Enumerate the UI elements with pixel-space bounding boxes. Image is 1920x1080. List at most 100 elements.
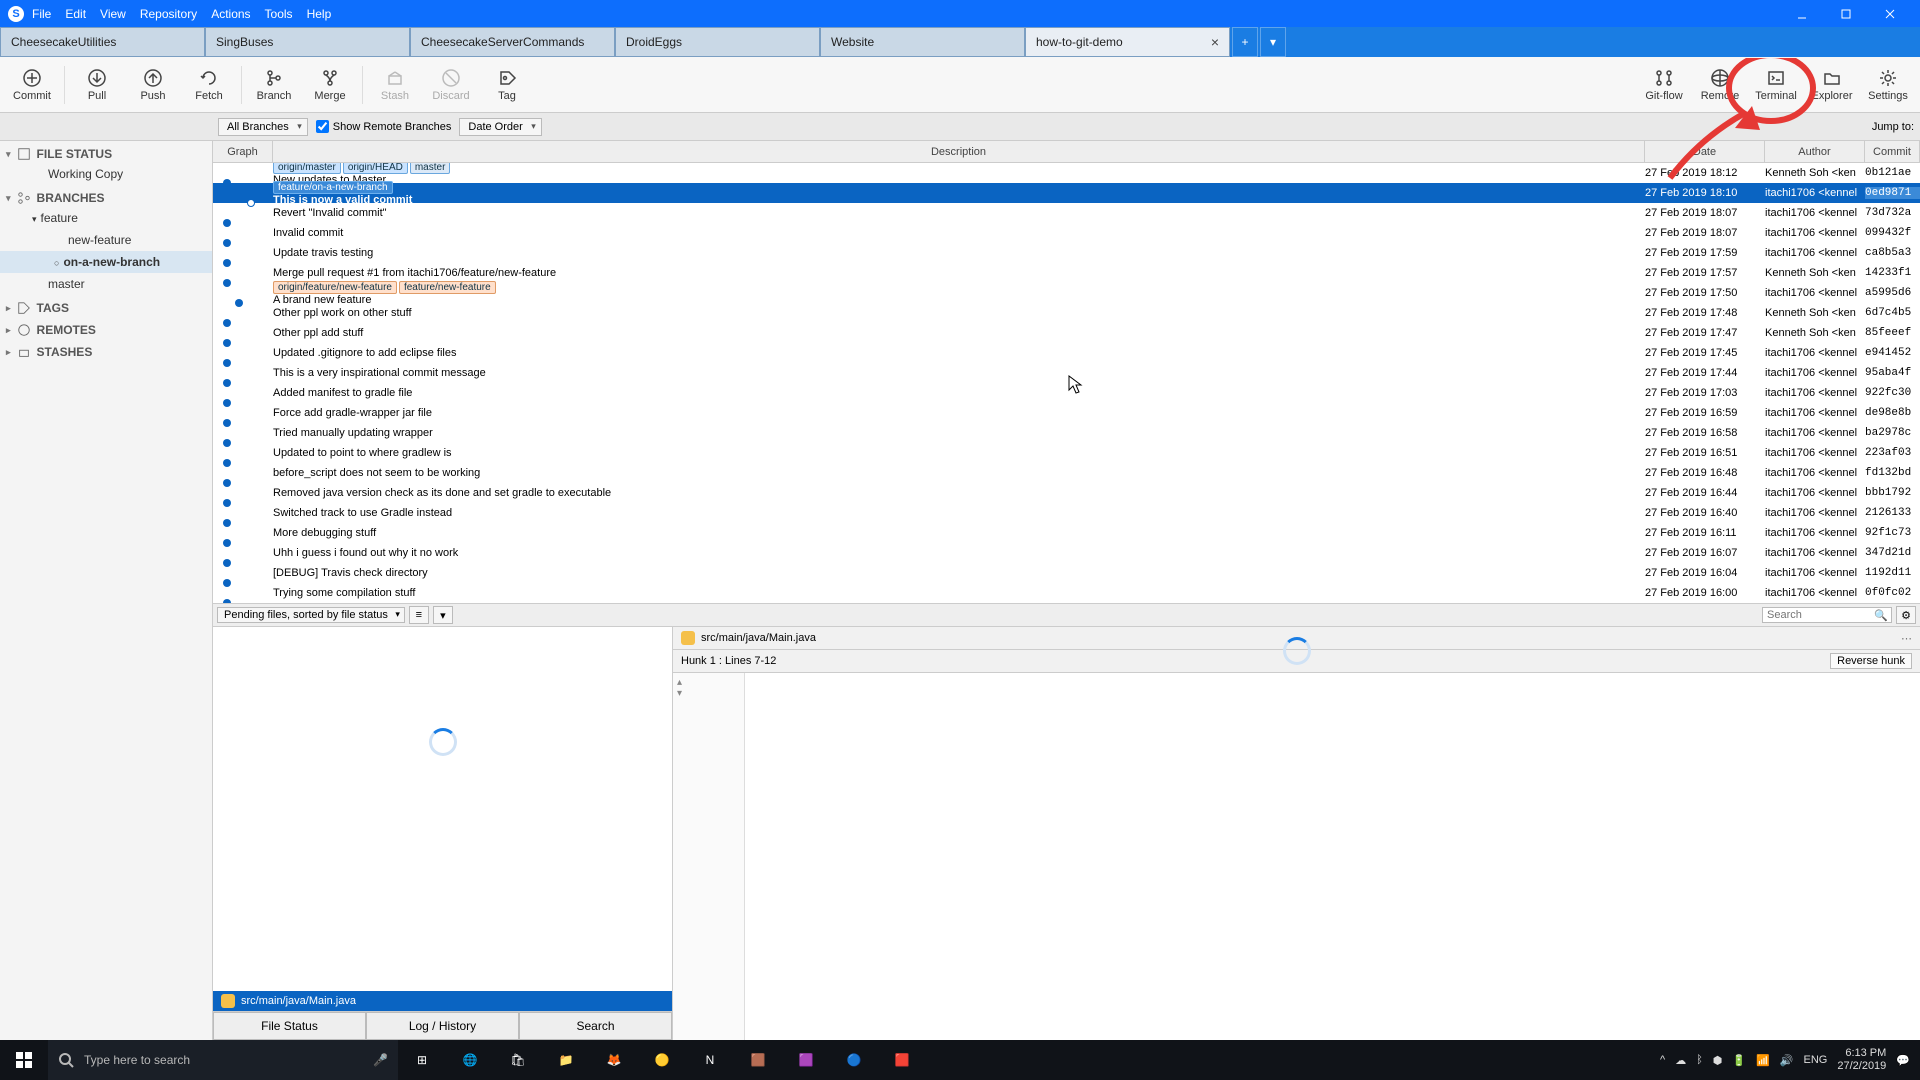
window-close-icon[interactable] xyxy=(1868,0,1912,27)
twitch-icon[interactable]: 🟪 xyxy=(782,1040,830,1080)
stash-button[interactable]: Stash xyxy=(367,68,423,102)
close-icon[interactable]: × xyxy=(1211,34,1219,50)
sourcetree-taskbar-icon[interactable]: 🔵 xyxy=(830,1040,878,1080)
search-input[interactable] xyxy=(1762,607,1892,623)
pull-button[interactable]: Pull xyxy=(69,68,125,102)
terminal-button[interactable]: Terminal xyxy=(1748,68,1804,102)
ref-label[interactable]: origin/feature/new-feature xyxy=(273,281,397,294)
merge-button[interactable]: Merge xyxy=(302,68,358,102)
order-dropdown[interactable]: Date Order xyxy=(459,118,541,136)
sidebar-filestatus[interactable]: ▾FILE STATUS xyxy=(0,141,212,163)
system-tray[interactable]: ^ ☁ ᛒ ⬢ 🔋 📶 🔊 ENG 6:13 PM 27/2/2019 💬 xyxy=(1650,1047,1920,1073)
ref-label[interactable]: origin/HEAD xyxy=(343,163,408,174)
window-minimize-icon[interactable] xyxy=(1780,0,1824,27)
pending-sort-dropdown[interactable]: Pending files, sorted by file status xyxy=(217,607,405,623)
taskview-icon[interactable]: ⊞ xyxy=(398,1040,446,1080)
commit-row[interactable]: before_script does not seem to be workin… xyxy=(213,463,1920,483)
window-maximize-icon[interactable] xyxy=(1824,0,1868,27)
tag-button[interactable]: Tag xyxy=(479,68,535,102)
sidebar-branch-master[interactable]: master xyxy=(0,273,212,295)
commit-row[interactable]: Other ppl add stuff27 Feb 2019 17:47Kenn… xyxy=(213,323,1920,343)
commit-row[interactable]: Removed java version check as its done a… xyxy=(213,483,1920,503)
repo-tab[interactable]: SingBuses xyxy=(205,27,410,57)
menu-view[interactable]: View xyxy=(100,7,126,21)
ref-label[interactable]: feature/new-feature xyxy=(399,281,496,294)
remote-button[interactable]: Remote xyxy=(1692,68,1748,102)
menu-edit[interactable]: Edit xyxy=(65,7,86,21)
explorer-button[interactable]: Explorer xyxy=(1804,68,1860,102)
start-button[interactable] xyxy=(0,1040,48,1080)
tray-onedrive-icon[interactable]: ☁ xyxy=(1675,1054,1686,1067)
commit-row[interactable]: Other ppl work on other stuff27 Feb 2019… xyxy=(213,303,1920,323)
tray-chevron-icon[interactable]: ^ xyxy=(1660,1054,1665,1066)
gitflow-button[interactable]: Git-flow xyxy=(1636,68,1692,102)
branch-filter-dropdown[interactable]: All Branches xyxy=(218,118,308,136)
sidebar-remotes[interactable]: ▸REMOTES xyxy=(0,317,212,339)
commit-list[interactable]: origin/masterorigin/HEADmasterNew update… xyxy=(213,163,1920,603)
notion-icon[interactable]: N xyxy=(686,1040,734,1080)
tray-wifi-icon[interactable]: 📶 xyxy=(1756,1054,1770,1067)
search-settings-icon[interactable]: ⚙ xyxy=(1896,606,1916,624)
settings-button[interactable]: Settings xyxy=(1860,68,1916,102)
commit-row[interactable]: feature/on-a-new-branchThis is now a val… xyxy=(213,183,1920,203)
commit-row[interactable]: Tried manually updating wrapper27 Feb 20… xyxy=(213,423,1920,443)
add-tab-button[interactable]: + xyxy=(1232,27,1258,57)
commit-row[interactable]: Switched track to use Gradle instead27 F… xyxy=(213,503,1920,523)
tray-bluetooth-icon[interactable]: ᛒ xyxy=(1696,1054,1703,1066)
col-description[interactable]: Description xyxy=(273,141,1645,162)
col-commit[interactable]: Commit xyxy=(1865,141,1920,162)
sidebar-branches[interactable]: ▾BRANCHES xyxy=(0,185,212,207)
sidebar-feature-folder[interactable]: ▾feature xyxy=(0,207,212,229)
sidebar-stashes[interactable]: ▸STASHES xyxy=(0,339,212,361)
fetch-button[interactable]: Fetch xyxy=(181,68,237,102)
tray-dropbox-icon[interactable]: ⬢ xyxy=(1713,1054,1723,1067)
sidebar-tags[interactable]: ▸TAGS xyxy=(0,295,212,317)
repo-tab[interactable]: Website xyxy=(820,27,1025,57)
branch-button[interactable]: Branch xyxy=(246,68,302,102)
list-view-dropdown-icon[interactable]: ▾ xyxy=(433,606,453,624)
app-icon[interactable]: 🟥 xyxy=(878,1040,926,1080)
reverse-hunk-button[interactable]: Reverse hunk xyxy=(1830,653,1912,669)
push-button[interactable]: Push xyxy=(125,68,181,102)
commit-button[interactable]: Commit xyxy=(4,68,60,102)
cortana-mic-icon[interactable]: 🎤 xyxy=(373,1053,388,1067)
ref-label[interactable]: master xyxy=(410,163,451,174)
commit-row[interactable]: Uhh i guess i found out why it no work27… xyxy=(213,543,1920,563)
diff-more-icon[interactable]: ⋯ xyxy=(1901,632,1912,645)
commit-row[interactable]: More debugging stuff27 Feb 2019 16:11ita… xyxy=(213,523,1920,543)
commit-row[interactable]: Invalid commit27 Feb 2019 18:07itachi170… xyxy=(213,223,1920,243)
store-icon[interactable]: 🛍 xyxy=(494,1040,542,1080)
discard-button[interactable]: Discard xyxy=(423,68,479,102)
sidebar-branch-onanewbranch[interactable]: on-a-new-branch xyxy=(0,251,212,273)
col-author[interactable]: Author xyxy=(1765,141,1865,162)
tray-clock[interactable]: 6:13 PM 27/2/2019 xyxy=(1837,1047,1886,1073)
commit-row[interactable]: origin/feature/new-featurefeature/new-fe… xyxy=(213,283,1920,303)
repo-tab[interactable]: DroidEggs xyxy=(615,27,820,57)
tray-notifications-icon[interactable]: 💬 xyxy=(1896,1054,1910,1067)
repo-tab[interactable]: how-to-git-demo× xyxy=(1025,27,1230,57)
tab-search[interactable]: Search xyxy=(519,1012,672,1040)
menu-help[interactable]: Help xyxy=(307,7,332,21)
commit-row[interactable]: Updated to point to where gradlew is27 F… xyxy=(213,443,1920,463)
tray-lang[interactable]: ENG xyxy=(1804,1054,1828,1066)
commit-row[interactable]: [DEBUG] Travis check directory27 Feb 201… xyxy=(213,563,1920,583)
tray-volume-icon[interactable]: 🔊 xyxy=(1780,1054,1794,1067)
menu-file[interactable]: File xyxy=(32,7,51,21)
col-date[interactable]: Date xyxy=(1645,141,1765,162)
commit-row[interactable]: Force add gradle-wrapper jar file27 Feb … xyxy=(213,403,1920,423)
repo-tab[interactable]: CheesecakeServerCommands xyxy=(410,27,615,57)
tab-filestatus[interactable]: File Status xyxy=(213,1012,366,1040)
show-remote-checkbox[interactable]: Show Remote Branches xyxy=(316,120,452,133)
tab-list-dropdown[interactable]: ▾ xyxy=(1260,27,1286,57)
col-graph[interactable]: Graph xyxy=(213,141,273,162)
repo-tab[interactable]: CheesecakeUtilities xyxy=(0,27,205,57)
ref-label[interactable]: feature/on-a-new-branch xyxy=(273,181,393,194)
commit-row[interactable]: Revert "Invalid commit"27 Feb 2019 18:07… xyxy=(213,203,1920,223)
edge-icon[interactable]: 🌐 xyxy=(446,1040,494,1080)
sidebar-branch-newfeature[interactable]: new-feature xyxy=(0,229,212,251)
ref-label[interactable]: origin/master xyxy=(273,163,341,174)
chrome-icon[interactable]: 🟡 xyxy=(638,1040,686,1080)
tray-battery-icon[interactable]: 🔋 xyxy=(1732,1054,1746,1067)
firefox-icon[interactable]: 🦊 xyxy=(590,1040,638,1080)
explorer-icon[interactable]: 📁 xyxy=(542,1040,590,1080)
